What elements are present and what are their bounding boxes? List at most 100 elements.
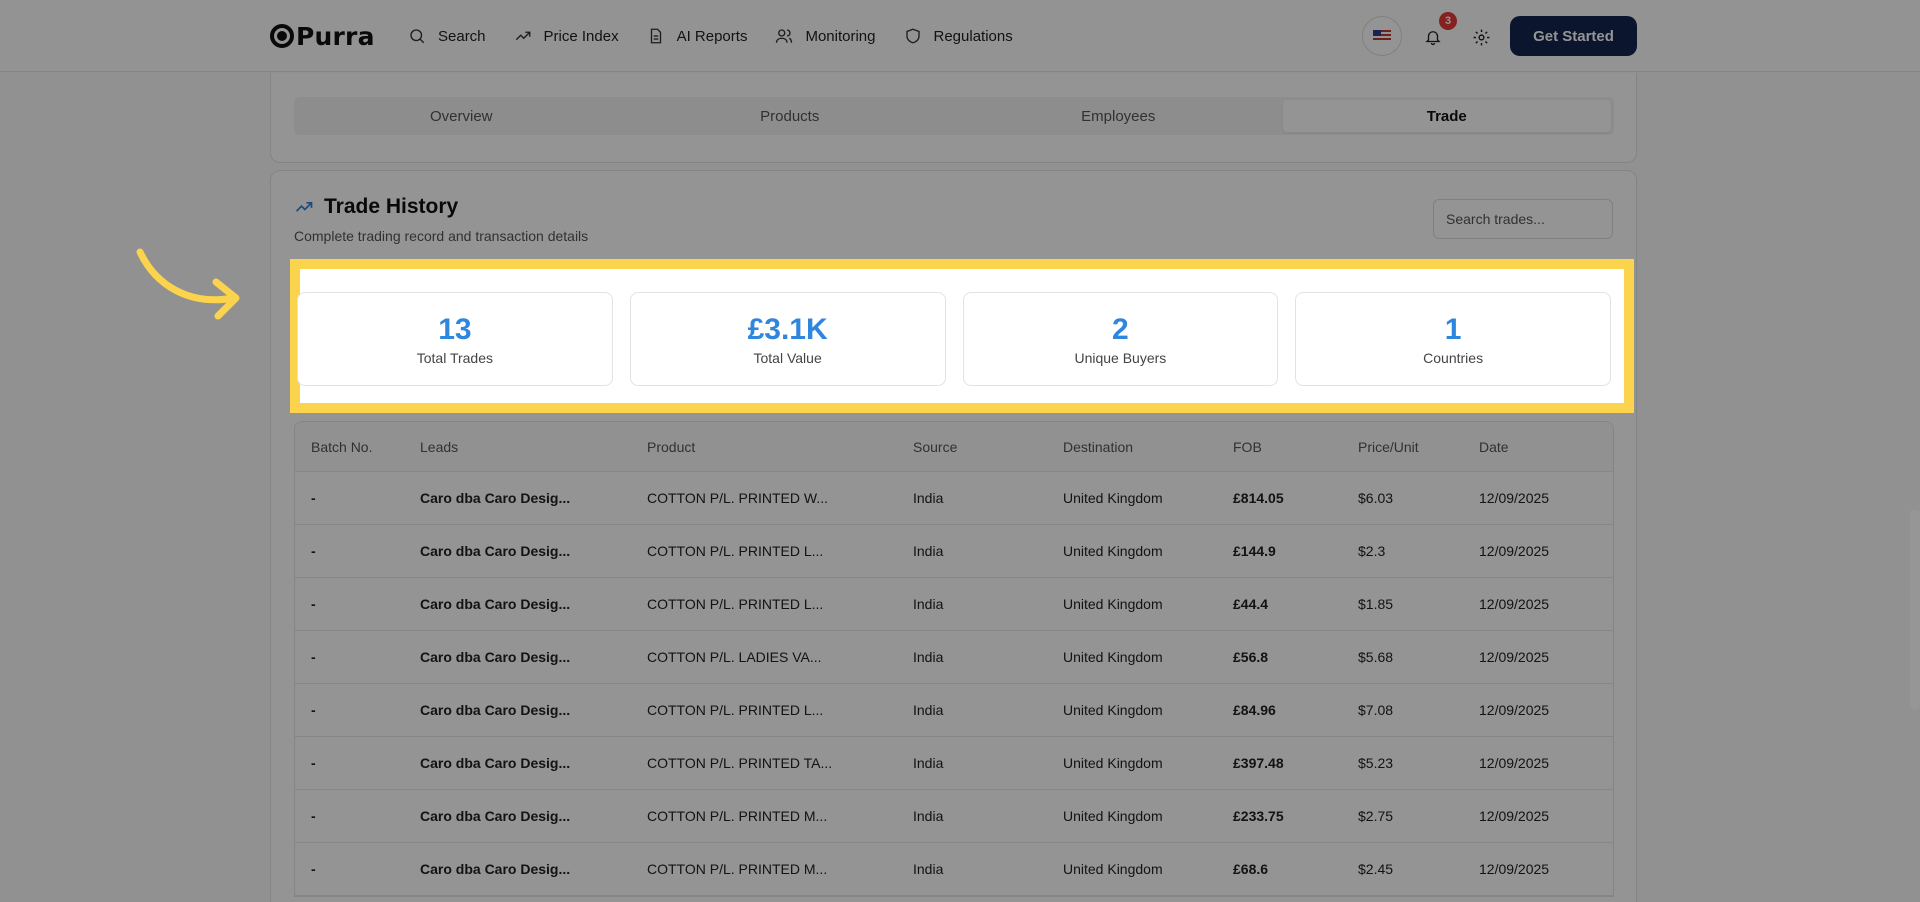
column-header[interactable]: Source [913,439,1063,455]
trending-up-icon [295,202,313,212]
settings-button[interactable] [1466,22,1496,52]
column-header[interactable]: Destination [1063,439,1233,455]
pointer-arrow-icon [136,248,240,320]
search-icon [410,29,425,44]
notification-count-badge: 3 [1439,12,1457,30]
table-row[interactable]: - Caro dba Caro Desig... COTTON P/L. PRINT… [295,684,1613,737]
get-started-button[interactable]: Get Started [1510,16,1637,56]
shield-icon [905,28,920,44]
source-cell: India [913,596,944,612]
column-header[interactable]: Price/Unit [1358,439,1479,455]
logo-mark-icon [270,24,294,48]
date-cell: 12/09/2025 [1479,543,1550,559]
trade-history-subtitle: Complete trading record and transaction … [294,228,589,244]
destination-cell: United Kingdom [1063,543,1163,559]
product-cell: COTTON P/L. PRINTED L... [647,543,824,559]
destination-cell: United Kingdom [1063,702,1163,718]
bell-icon [1425,31,1441,46]
fob-cell: £144.9 [1233,543,1276,559]
lead-cell[interactable]: Caro dba Caro Desig... [420,755,647,771]
lead-cell[interactable]: Caro dba Caro Desig... [420,543,647,559]
source-cell: India [913,490,944,506]
us-flag-icon [1373,30,1391,42]
gear-icon [1473,29,1489,45]
nav-item-regulations[interactable]: Regulations [904,22,1013,50]
table-row[interactable]: - Caro dba Caro Desig... COTTON P/L. PRINT… [295,578,1613,631]
lead-cell[interactable]: Caro dba Caro Desig... [420,596,647,612]
source-cell: India [913,702,944,718]
date-cell: 12/09/2025 [1479,861,1550,877]
stat-value: 13 [438,312,472,346]
destination-cell: United Kingdom [1063,490,1163,506]
product-cell: COTTON P/L. PRINTED L... [647,596,824,612]
brand-logo[interactable]: Purra [270,20,375,52]
price-cell: $2.75 [1358,808,1394,824]
stat-label: Countries [1423,349,1484,366]
tab-overview[interactable]: Overview [297,100,626,132]
column-header[interactable]: Date [1479,439,1613,455]
batch-cell: - [311,702,316,718]
date-cell: 12/09/2025 [1479,596,1550,612]
nav-item-label: Monitoring [805,27,876,45]
tabs-card: Overview Products Employees Trade [270,73,1637,163]
main-nav: Search Price Index AI Reports Monitoring… [408,22,1041,50]
lead-cell[interactable]: Caro dba Caro Desig... [420,649,647,665]
stats-row: 13 Total Trades £3.1K Total Value 2 Uniq… [297,292,1611,386]
tab-list: Overview Products Employees Trade [294,97,1614,135]
column-header[interactable]: FOB [1233,439,1358,455]
fob-cell: £56.8 [1233,649,1269,665]
column-header[interactable]: Batch No. [295,439,420,455]
lead-cell[interactable]: Caro dba Caro Desig... [420,861,647,877]
date-cell: 12/09/2025 [1479,808,1550,824]
column-header[interactable]: Product [647,439,913,455]
source-cell: India [913,755,944,771]
fob-cell: £233.75 [1233,808,1284,824]
fob-cell: £397.48 [1233,755,1284,771]
stat-card-total-trades: 13 Total Trades [297,292,613,386]
stat-label: Total Value [753,349,822,366]
destination-cell: United Kingdom [1063,755,1163,771]
users-icon [776,29,793,43]
nav-item-price-index[interactable]: Price Index [514,22,619,50]
table-row[interactable]: - Caro dba Caro Desig... COTTON P/L. PRINT… [295,843,1613,896]
nav-item-label: Price Index [543,27,619,45]
tab-trade[interactable]: Trade [1282,100,1611,132]
search-trades-input[interactable]: Search trades... [1433,199,1613,239]
table-row[interactable]: - Caro dba Caro Desig... COTTON P/L. PRINT… [295,737,1613,790]
price-cell: $7.08 [1358,702,1394,718]
table-body: - Caro dba Caro Desig... COTTON P/L. PRINT… [295,472,1613,896]
stat-card-unique-buyers: 2 Unique Buyers [962,292,1279,386]
language-selector[interactable] [1362,16,1402,56]
nav-item-label: AI Reports [676,27,748,45]
source-cell: India [913,861,944,877]
destination-cell: United Kingdom [1063,808,1163,824]
lead-cell[interactable]: Caro dba Caro Desig... [420,702,647,718]
stat-card-countries: 1 Countries [1295,292,1611,386]
page-scrollbar[interactable] [1910,510,1920,710]
destination-cell: United Kingdom [1063,596,1163,612]
table-row[interactable]: - Caro dba Caro Desig... COTTON P/L. LADIE… [295,631,1613,684]
table-row[interactable]: - Caro dba Caro Desig... COTTON P/L. PRINT… [295,790,1613,843]
price-cell: $2.45 [1358,861,1394,877]
table-row[interactable]: - Caro dba Caro Desig... COTTON P/L. PRINT… [295,472,1613,525]
lead-cell[interactable]: Caro dba Caro Desig... [420,490,647,506]
nav-item-monitoring[interactable]: Monitoring [775,22,876,50]
table-row[interactable]: - Caro dba Caro Desig... COTTON P/L. PRINT… [295,525,1613,578]
nav-item-ai-reports[interactable]: AI Reports [647,22,748,50]
stat-label: Unique Buyers [1074,349,1167,366]
nav-item-search[interactable]: Search [408,22,486,50]
tab-products[interactable]: Products [626,100,955,132]
product-cell: COTTON P/L. LADIES VA... [647,649,822,665]
date-cell: 12/09/2025 [1479,649,1550,665]
stat-value: 2 [1112,312,1129,346]
brand-name: Purra [296,21,375,51]
column-header[interactable]: Leads [420,439,647,455]
date-cell: 12/09/2025 [1479,755,1550,771]
tab-employees[interactable]: Employees [954,100,1283,132]
trade-table: Batch No. Leads Product Source Destinati… [294,421,1614,897]
fob-cell: £84.96 [1233,702,1276,718]
lead-cell[interactable]: Caro dba Caro Desig... [420,808,647,824]
batch-cell: - [311,755,316,771]
date-cell: 12/09/2025 [1479,490,1550,506]
batch-cell: - [311,490,316,506]
